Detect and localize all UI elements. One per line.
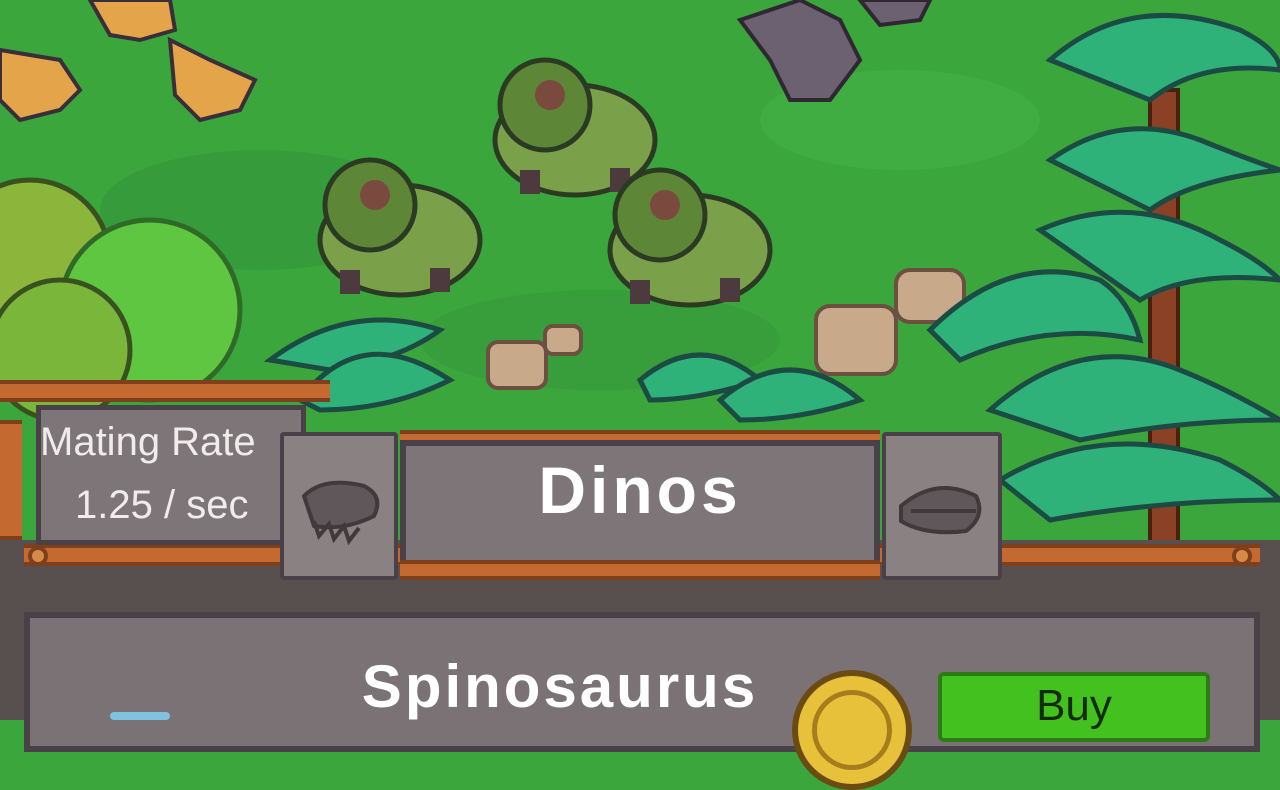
title-beam-bottom	[400, 560, 880, 580]
mating-rate-label: Mating Rate	[40, 420, 256, 464]
prev-tab-button[interactable]	[280, 432, 398, 580]
rivet	[28, 546, 48, 566]
mating-rate-value: 1.25 / sec	[75, 483, 249, 527]
fossil-skull-icon	[301, 480, 380, 546]
beam-top-left	[0, 380, 330, 402]
fossil-bones-icon	[899, 486, 982, 535]
coin-icon	[792, 670, 912, 790]
rivet	[1232, 546, 1252, 566]
shop-item-name: Spinosaurus	[361, 653, 759, 720]
buy-button[interactable]: Buy	[938, 672, 1210, 742]
next-tab-button[interactable]	[882, 432, 1002, 580]
dino-thumbnail-icon	[110, 712, 170, 720]
beam-left-post	[0, 420, 22, 540]
tab-title: Dinos	[538, 453, 742, 527]
